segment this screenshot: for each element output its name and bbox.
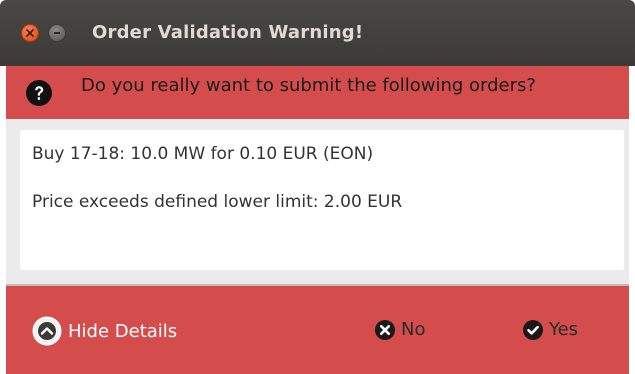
yes-button[interactable]: Yes — [523, 319, 578, 340]
check-circle-icon — [523, 319, 543, 340]
yes-label: Yes — [549, 319, 579, 340]
hide-details-button[interactable]: Hide Details — [32, 316, 177, 346]
chevron-up-circle-icon — [32, 316, 62, 346]
hide-details-label: Hide Details — [68, 320, 178, 342]
question-circle-icon — [26, 80, 52, 106]
details-panel: Buy 17-18: 10.0 MW for 0.10 EUR (EON) Pr… — [20, 130, 624, 270]
question-banner: Do you really want to submit the followi… — [6, 66, 629, 119]
dialog-window: Order Validation Warning! Do you really … — [0, 0, 635, 374]
minimize-icon[interactable] — [48, 24, 66, 42]
window-title: Order Validation Warning! — [92, 22, 364, 43]
order-detail-line: Buy 17-18: 10.0 MW for 0.10 EUR (EON) — [32, 144, 374, 164]
question-text: Do you really want to submit the followi… — [81, 75, 536, 96]
button-bar: Hide Details No Yes — [6, 286, 629, 374]
validation-message: Price exceeds defined lower limit: 2.00 … — [32, 192, 403, 212]
no-label: No — [401, 319, 426, 340]
x-circle-icon — [375, 319, 395, 340]
close-icon[interactable] — [21, 24, 39, 42]
no-button[interactable]: No — [375, 319, 425, 340]
title-bar[interactable]: Order Validation Warning! — [0, 0, 635, 66]
